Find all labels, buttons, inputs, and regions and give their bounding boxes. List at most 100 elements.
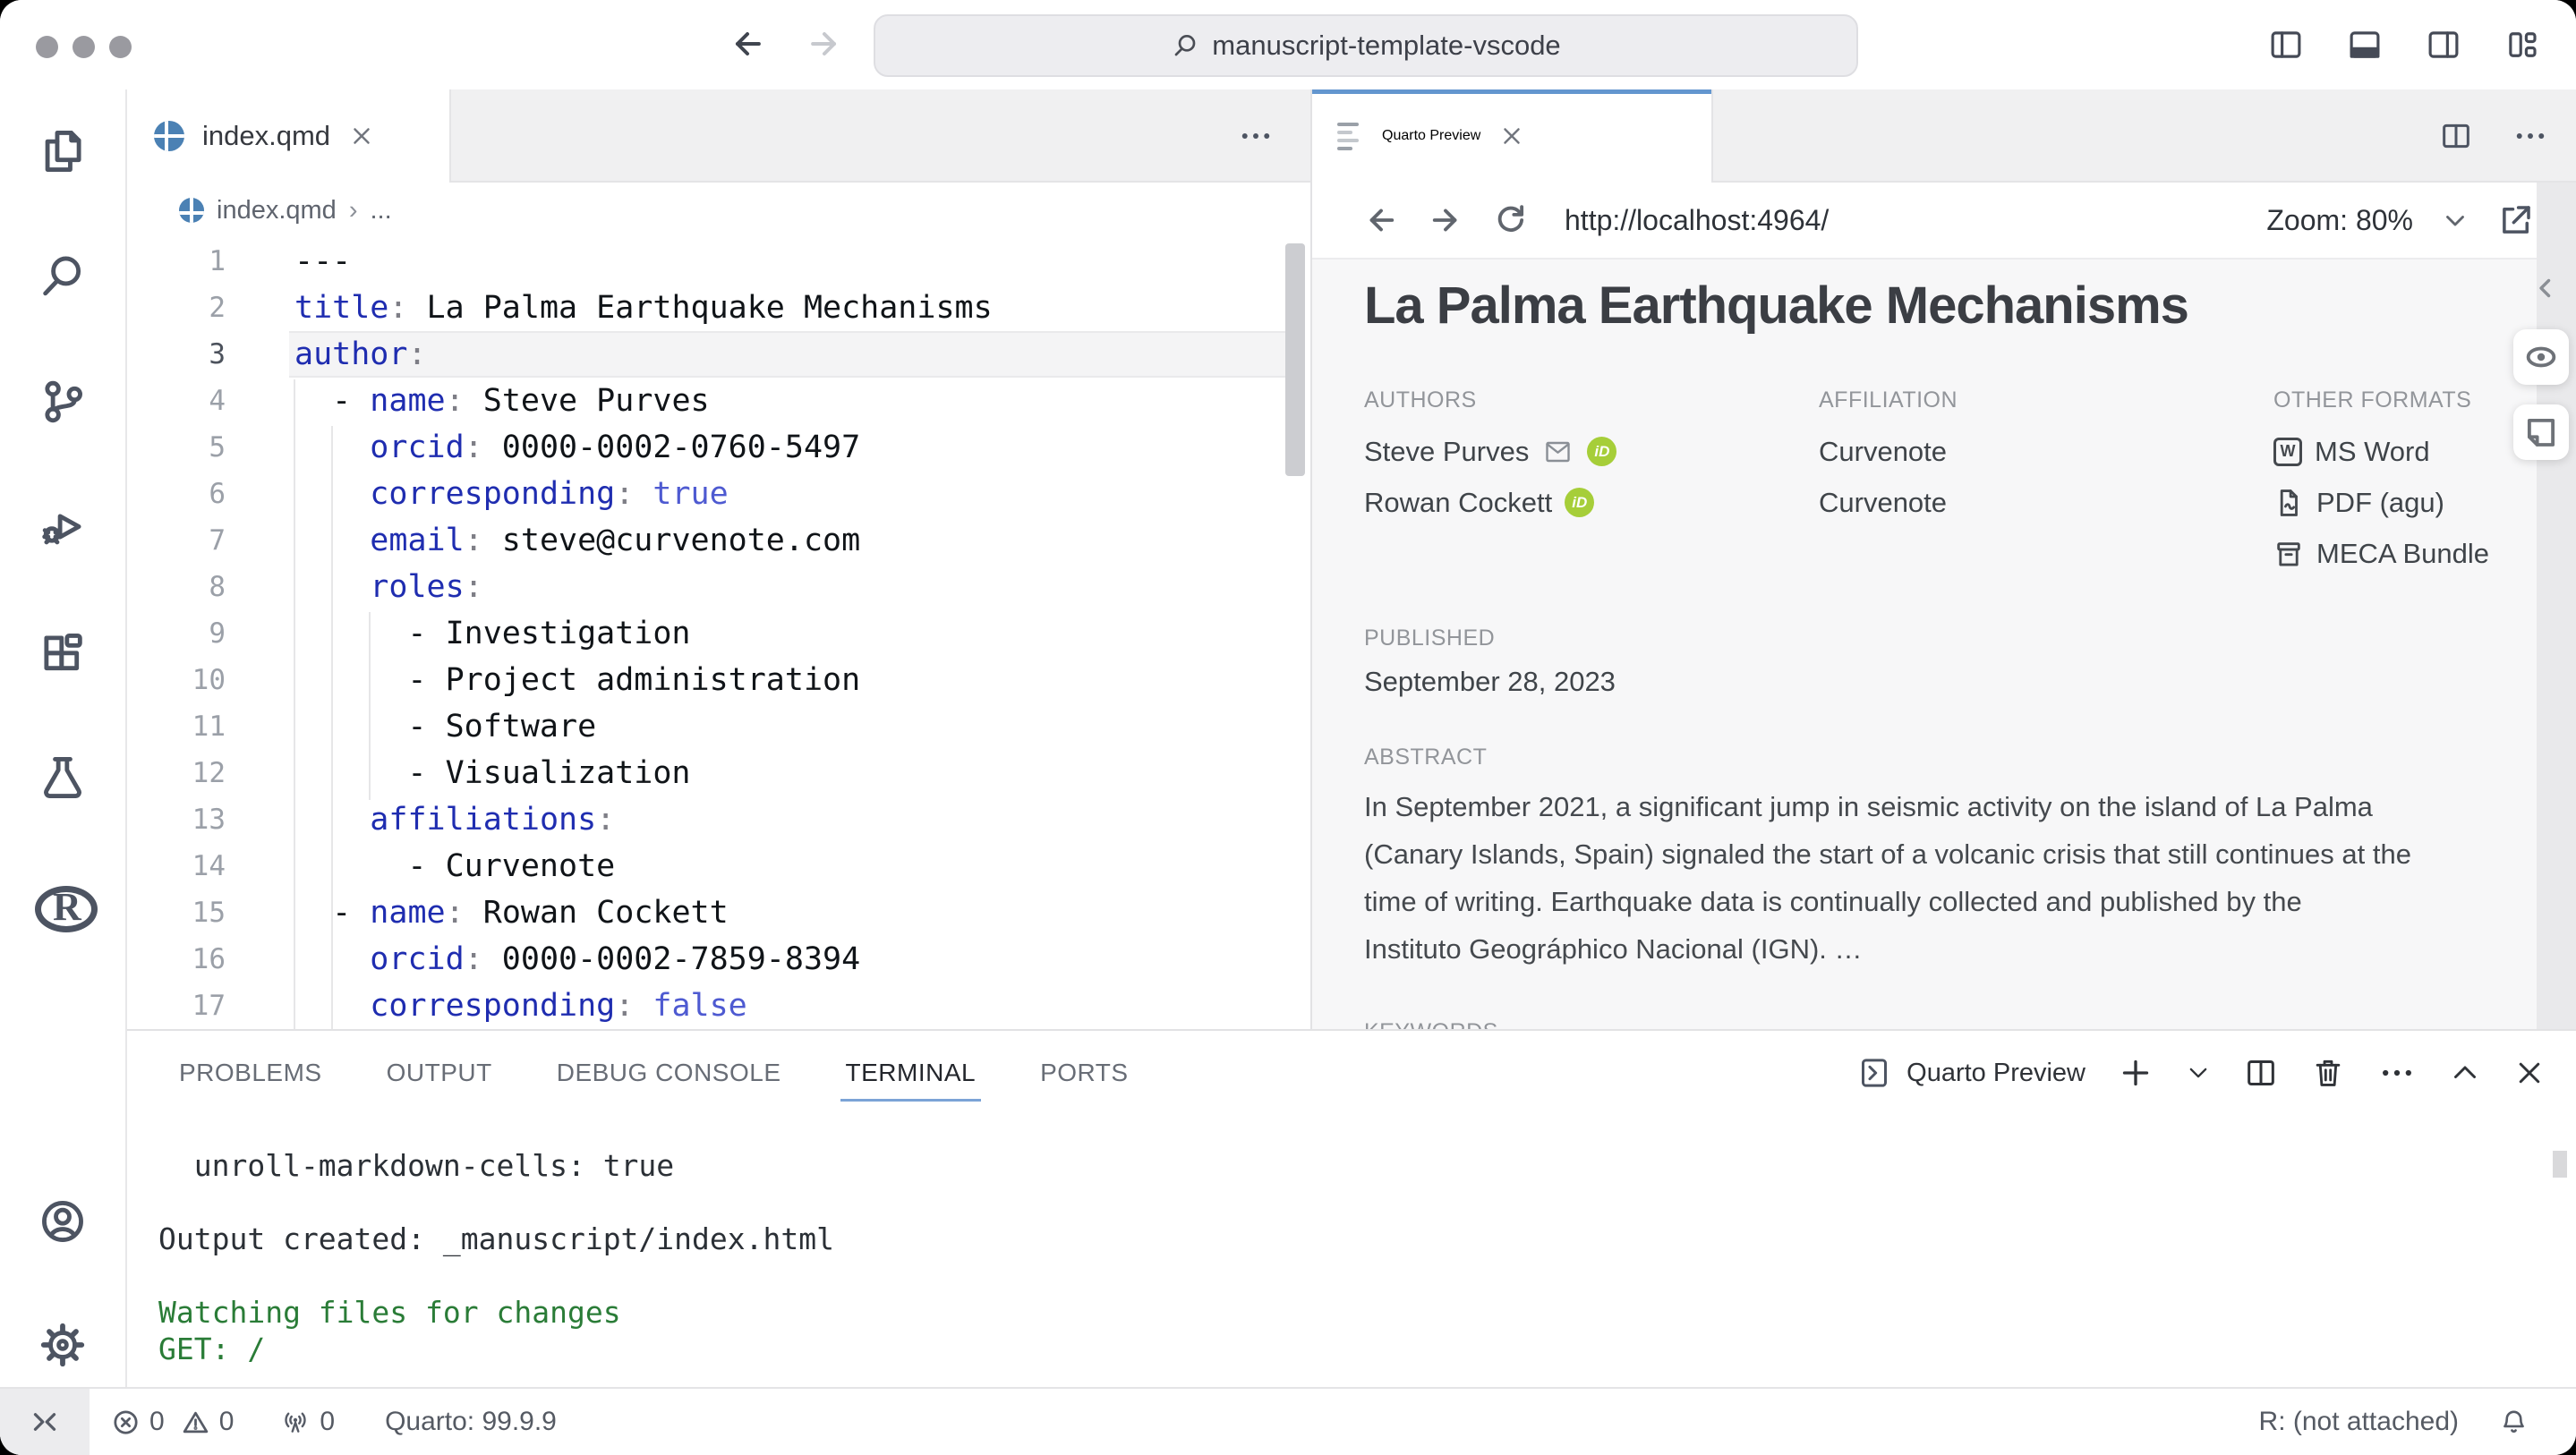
breadcrumb-separator: ›	[349, 196, 358, 225]
terminal-dropdown-chevron-icon[interactable]	[2186, 1060, 2211, 1085]
format-link-pdf[interactable]: PDF (agu)	[2273, 477, 2576, 528]
sidebar-item-search[interactable]	[0, 227, 125, 326]
sidebar-item-extensions[interactable]	[0, 605, 125, 703]
panel-more-actions-icon[interactable]	[2377, 1053, 2417, 1093]
close-panel-icon[interactable]	[2513, 1057, 2546, 1089]
zoom-chevron-down-icon[interactable]	[2440, 205, 2470, 235]
problems-status[interactable]: 0 0	[111, 1407, 234, 1437]
panel-tab-terminal[interactable]: TERMINAL	[842, 1042, 980, 1103]
mail-icon[interactable]	[1541, 438, 1574, 466]
toggle-panel-icon	[2344, 26, 2385, 64]
terminal-output[interactable]: unroll-markdown-cells: true Output creat…	[127, 1115, 2576, 1367]
sidebar-item-source-control[interactable]	[0, 353, 125, 451]
reload-icon[interactable]	[1491, 201, 1529, 239]
terminal-instance[interactable]: Quarto Preview	[1856, 1053, 2086, 1093]
maximize-panel-chevron-up-icon[interactable]	[2449, 1057, 2481, 1089]
tab-quarto-preview[interactable]: Quarto Preview	[1312, 89, 1713, 183]
toggle-secondary-sidebar-icon	[2423, 26, 2464, 64]
sidebar-item-r[interactable]: R	[0, 855, 125, 953]
r-status[interactable]: R: (not attached)	[2259, 1407, 2459, 1437]
line-number: 2	[127, 292, 226, 324]
line-number: 8	[127, 571, 226, 603]
panel-tab-debug-console[interactable]: DEBUG CONSOLE	[553, 1042, 785, 1103]
sidebar-item-settings[interactable]	[0, 1296, 125, 1394]
open-external-icon[interactable]	[2497, 201, 2535, 239]
toggle-secondary-sidebar-button[interactable]	[2422, 25, 2465, 64]
zoom-level-label[interactable]: Zoom: 80%	[2266, 204, 2413, 237]
close-window-button[interactable]	[36, 36, 58, 58]
notifications-bell-icon[interactable]	[2498, 1407, 2529, 1438]
code-text: - Curvenote	[294, 848, 615, 884]
author-name: Rowan Cockett	[1364, 487, 1552, 519]
orcid-icon[interactable]: iD	[1565, 488, 1594, 517]
preview-back-icon[interactable]	[1362, 201, 1400, 239]
ports-count: 0	[320, 1407, 335, 1437]
format-link-meca[interactable]: MECA Bundle	[2273, 528, 2576, 579]
sidebar-item-explorer[interactable]	[0, 102, 125, 200]
history-back-button[interactable]	[727, 23, 768, 64]
collapse-panel-button[interactable]	[2526, 268, 2565, 308]
breadcrumb: index.qmd › ...	[127, 183, 1310, 238]
breadcrumb-file[interactable]: index.qmd	[217, 196, 337, 225]
published-date: September 28, 2023	[1364, 666, 2576, 698]
panel-tab-ports[interactable]: PORTS	[1036, 1042, 1131, 1103]
vscode-window: manuscript-template-vscode	[0, 0, 2576, 1455]
toggle-sidebar-button[interactable]	[2265, 25, 2307, 64]
editor-scrollbar[interactable]	[1285, 243, 1305, 476]
preview-more-actions-icon[interactable]	[2512, 117, 2549, 155]
terminal-line: Output created: _manuscript/index.html	[158, 1221, 2576, 1257]
author-name: Steve Purves	[1364, 436, 1529, 468]
orcid-icon[interactable]: iD	[1587, 437, 1616, 466]
gear-icon	[37, 1319, 89, 1371]
history-forward-button[interactable]	[804, 23, 845, 64]
code-text: - name: Steve Purves	[294, 383, 710, 419]
split-terminal-icon[interactable]	[2243, 1055, 2279, 1091]
traffic-lights	[36, 36, 132, 58]
panel-tab-problems[interactable]: PROBLEMS	[175, 1042, 326, 1103]
preview-eye-button[interactable]	[2513, 329, 2569, 385]
quarto-version-status[interactable]: Quarto: 99.9.9	[385, 1407, 557, 1437]
published-section: PUBLISHED September 28, 2023	[1364, 625, 2576, 698]
code-line: 13 affiliations:	[127, 796, 1310, 843]
remote-icon	[29, 1406, 61, 1438]
close-tab-icon[interactable]	[348, 123, 375, 149]
command-center-search[interactable]: manuscript-template-vscode	[874, 14, 1858, 77]
preview-url-field[interactable]: http://localhost:4964/	[1565, 204, 1829, 237]
toggle-panel-button[interactable]	[2343, 25, 2386, 64]
preview-note-button[interactable]	[2513, 404, 2569, 460]
code-line: 2title: La Palma Earthquake Mechanisms	[127, 285, 1310, 331]
code-line: 5 orcid: 0000-0002-0760-5497	[127, 424, 1310, 471]
toggle-sidebar-icon	[2265, 26, 2307, 64]
sidebar-item-account[interactable]	[0, 1172, 125, 1271]
minimize-window-button[interactable]	[73, 36, 95, 58]
explorer-icon	[37, 125, 89, 177]
abstract-line: Instituto Geográphico Nacional (IGN). …	[1364, 925, 2576, 973]
tab-index-qmd[interactable]: index.qmd	[127, 89, 451, 183]
kill-terminal-trash-icon[interactable]	[2311, 1055, 2345, 1091]
close-tab-icon[interactable]	[1498, 123, 1525, 149]
abstract-section: ABSTRACT In September 2021, a significan…	[1364, 745, 2576, 973]
code-line: 14 - Curvenote	[127, 843, 1310, 889]
meca-bundle-icon	[2273, 538, 2304, 570]
sidebar-item-testing[interactable]	[0, 728, 125, 827]
customize-layout-button[interactable]	[2501, 25, 2544, 64]
forwarded-ports-status[interactable]: 0	[280, 1407, 335, 1437]
terminal-line: Watching files for changes	[158, 1294, 2576, 1331]
split-editor-icon[interactable]	[2438, 118, 2474, 154]
remote-indicator[interactable]	[0, 1389, 90, 1455]
line-number: 16	[127, 943, 226, 975]
panel-tab-output[interactable]: OUTPUT	[383, 1042, 496, 1103]
code-editor[interactable]: 1---2title: La Palma Earthquake Mechanis…	[127, 238, 1310, 1029]
line-number: 14	[127, 850, 226, 882]
affiliation-column: AFFILIATION CurvenoteCurvenote	[1819, 387, 2273, 579]
editor-more-actions-icon[interactable]	[1237, 117, 1275, 155]
breadcrumb-more[interactable]: ...	[370, 196, 391, 225]
preview-tab-strip: Quarto Preview	[1312, 89, 2576, 183]
editor-preview-divider[interactable]	[1310, 89, 1312, 1029]
panel-scrollbar[interactable]	[2553, 1151, 2567, 1178]
preview-tab-icon	[1337, 123, 1364, 150]
maximize-window-button[interactable]	[109, 36, 132, 58]
new-terminal-icon[interactable]	[2118, 1055, 2154, 1091]
preview-forward-icon[interactable]	[1427, 201, 1464, 239]
sidebar-item-run-debug[interactable]	[0, 478, 125, 576]
